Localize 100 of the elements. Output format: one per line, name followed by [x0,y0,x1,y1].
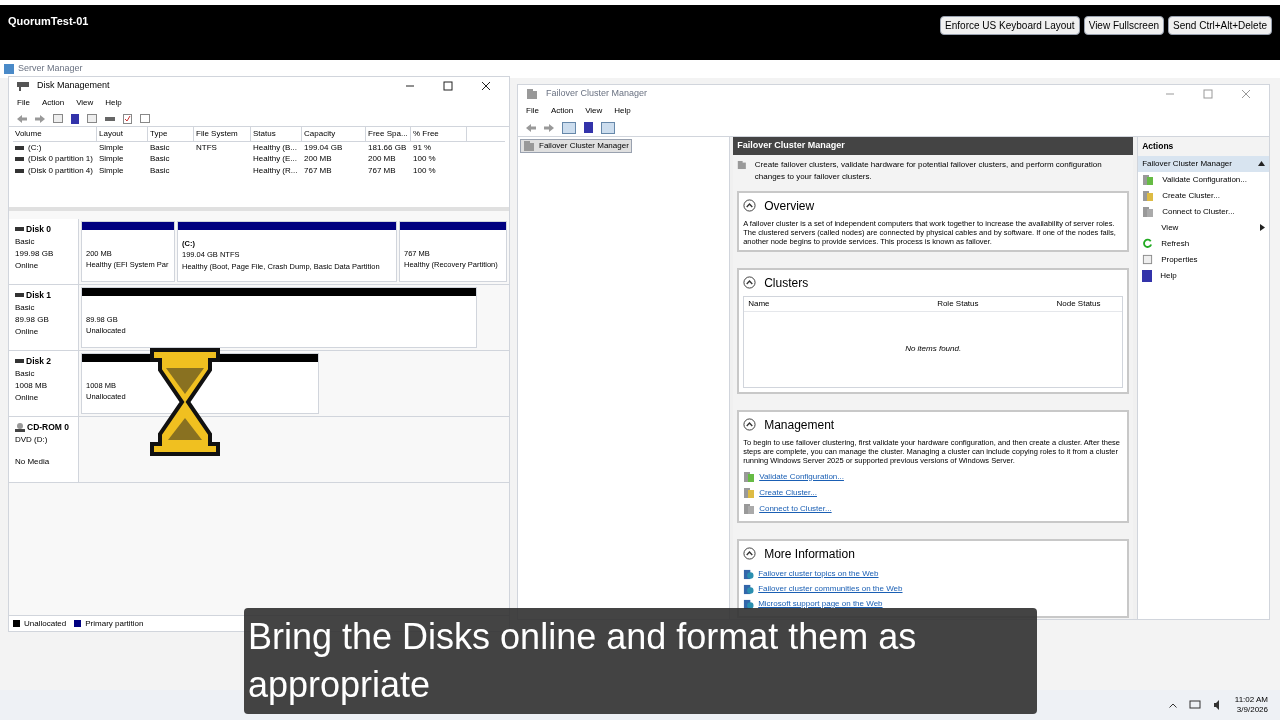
column-header[interactable]: File System [194,127,251,141]
collapse-icon[interactable] [743,199,757,212]
section-title: More Information [764,545,855,563]
help-icon [1142,269,1153,282]
help-icon[interactable] [71,113,79,124]
column-header[interactable]: Role Status [933,296,1053,311]
check-icon[interactable] [123,113,132,124]
back-icon[interactable] [17,114,27,123]
actions-pane-entry[interactable]: View [1138,219,1269,236]
clock-date: 3/9/2026 [1236,705,1268,715]
disk-name: CD-ROM 0 [27,421,70,434]
collapse-icon[interactable] [743,418,757,431]
window-title: Failover Cluster Manager [546,87,649,101]
column-header[interactable]: Free Spa... [366,127,411,141]
cd-drive-icon [15,422,25,432]
actions-pane-entry[interactable]: Help [1138,267,1269,284]
column-header[interactable]: Status [251,127,302,141]
properties-icon [1142,254,1154,266]
section-title: Overview [764,197,815,215]
collapse-icon[interactable] [743,276,757,289]
link[interactable]: Validate Configuration... [759,470,844,483]
link[interactable]: Create Cluster... [759,486,817,499]
column-header[interactable]: Volume [13,127,97,141]
menu-item[interactable]: Help [614,105,631,117]
collapse-icon[interactable] [743,547,757,560]
actions-pane-entry[interactable]: Validate Configuration... [1138,171,1269,188]
column-header[interactable]: Name [744,296,934,311]
disk-label-panel[interactable]: Disk 1 Basic 89.98 GB Online [9,285,79,350]
disk-label-panel[interactable]: Disk 2 Basic 1008 MB Online [9,351,79,416]
link[interactable]: Failover cluster topics on the Web [758,568,879,580]
table-cell-text: Simple [98,141,125,154]
menu-item[interactable]: Action [550,105,574,117]
disk-management-icon [17,81,29,91]
intro-text: Create failover clusters, validate hardware for potential failover clusters, and perform configuration changes to your failover clusters. [754,158,1103,183]
column-header[interactable]: Capacity [302,127,366,141]
legend-label: Unallocated [24,617,67,630]
network-icon[interactable] [1188,700,1201,710]
server-icon [1142,189,1155,202]
server-icon [526,88,538,100]
disk-label-panel[interactable]: CD-ROM 0 DVD (D:) No Media [9,417,79,482]
forward-icon[interactable] [35,114,45,123]
menu-item[interactable]: View [76,97,94,109]
actions-title: Actions [1138,137,1269,156]
server-icon [1142,205,1155,218]
server-manager-icon [4,64,14,74]
pane-icon[interactable] [87,114,97,123]
pane-icon[interactable] [53,114,63,123]
forward-icon[interactable] [544,123,554,132]
pane-icon[interactable] [562,121,576,134]
disk-info: Basic [15,301,36,314]
link[interactable]: Failover cluster communities on the Web [758,583,903,595]
globe-icon [743,598,755,610]
session-button[interactable]: Send Ctrl+Alt+Delete [1168,16,1272,35]
column-header[interactable]: Layout [97,127,148,141]
submenu-arrow-icon [1260,224,1265,232]
chevron-icon[interactable] [1168,702,1177,708]
table-cell: (C:) [13,141,97,154]
refresh-icon [1142,238,1154,250]
disk-label-panel[interactable]: Disk 0 Basic 199.98 GB Online [9,219,79,284]
caption-text: Bring the Disks online and format them as appropriate [248,615,918,707]
menu-item[interactable]: Help [105,97,122,109]
collapse-arrow-icon [1258,161,1265,167]
disk-info: Online [15,391,40,404]
actions-pane-entry[interactable]: Refresh [1138,235,1269,252]
back-icon[interactable] [526,123,536,132]
actions-pane-entry[interactable]: Create Cluster... [1138,187,1269,204]
menu-item[interactable]: File [17,97,30,109]
table-cell-text: 181.66 GB [367,141,408,154]
globe-icon [743,568,755,580]
column-header[interactable]: % Free [411,127,467,141]
actions-pane-entry[interactable]: Connect to Cluster... [1138,203,1269,220]
hourglass-icon [150,348,220,456]
session-button[interactable]: Enforce US Keyboard Layout [940,16,1080,35]
server-icon [737,158,747,171]
list-icon[interactable] [140,114,150,123]
disk-name: Disk 1 [26,289,52,302]
menu-item[interactable]: File [526,105,539,117]
table-cell-text: 100 % [412,164,437,177]
column-header[interactable]: Type [148,127,194,141]
session-button[interactable]: View Fullscreen [1083,16,1165,35]
pane-icon[interactable] [601,121,615,134]
disk-info: Basic [15,367,36,380]
session-title: QuorumTest-01 [8,14,89,29]
disk-info: 199.98 GB [15,247,55,260]
menu-item[interactable]: View [585,105,603,117]
table-cell-text: 100 % [412,153,437,166]
table-cell-text: Basic [149,164,171,177]
table-cell-text: Basic [149,153,171,166]
menu-item[interactable]: Action [41,97,65,109]
table-cell-text: 199.04 GB [303,141,344,154]
disk-info: 1008 MB [15,379,49,392]
link[interactable]: Connect to Cluster... [759,502,832,515]
column-header[interactable]: Node Status [1052,296,1123,311]
table-cell-text: Healthy (E... [252,153,298,166]
link[interactable]: Microsoft support page on the Web [758,598,883,610]
table-cell: (Disk 0 partition 4) [13,164,97,177]
actions-pane-entry[interactable]: Properties [1138,251,1269,268]
table-cell-text: 767 MB [367,164,397,177]
server-icon [743,502,756,515]
tree-item[interactable]: Failover Cluster Manager [520,139,632,153]
